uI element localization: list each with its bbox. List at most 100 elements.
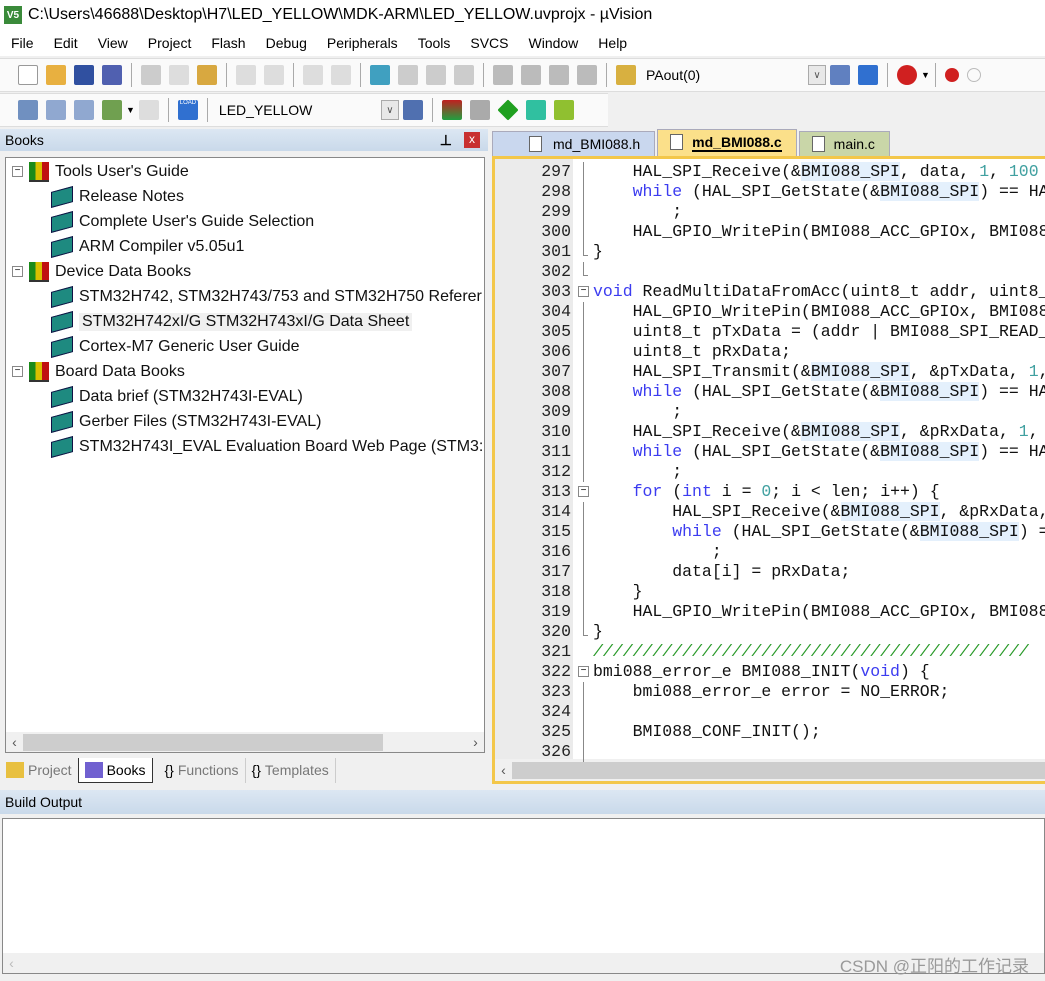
disable-breakpoint-icon[interactable] (966, 68, 981, 82)
menu-svcs[interactable]: SVCS (459, 35, 517, 51)
tab-books[interactable]: Books (77, 757, 153, 783)
menu-window[interactable]: Window (518, 35, 588, 51)
menu-debug[interactable]: Debug (255, 35, 316, 51)
scroll-left-icon[interactable]: ‹ (6, 734, 23, 750)
menu-tools[interactable]: Tools (407, 35, 460, 51)
scrollbar-thumb[interactable] (23, 733, 383, 751)
tree-item-book[interactable]: Complete User's Guide Selection (51, 209, 314, 234)
find-value: PAout(0) (646, 67, 701, 83)
stop-build-icon[interactable] (138, 100, 159, 120)
menu-edit[interactable]: Edit (43, 35, 87, 51)
fold-toggle-icon[interactable]: − (578, 666, 589, 677)
save-all-icon[interactable] (102, 65, 122, 85)
tree-item-folder[interactable]: − Board Data Books (12, 359, 185, 384)
unindent-icon[interactable] (521, 65, 541, 85)
load-icon[interactable]: LOAD (177, 100, 198, 120)
manage-run-time-environment-icon[interactable] (497, 99, 519, 121)
copy-icon[interactable] (169, 65, 189, 85)
line-number: 317 (541, 562, 571, 581)
target-select[interactable]: LED_YELLOW ∨ (219, 99, 399, 121)
collapse-icon[interactable]: − (12, 366, 23, 377)
line-number: 313 (541, 482, 571, 501)
pack-installer-icon[interactable] (525, 100, 546, 120)
navigate-forward-icon[interactable] (331, 65, 351, 85)
incremental-find-icon[interactable] (858, 65, 878, 85)
options-for-target-icon[interactable] (402, 100, 423, 120)
undo-icon[interactable] (236, 65, 256, 85)
chevron-down-icon[interactable]: ∨ (808, 65, 826, 85)
cut-icon[interactable] (141, 65, 161, 85)
tree-item-book[interactable]: ARM Compiler v5.05u1 (51, 234, 244, 259)
functions-icon: {} (164, 762, 174, 778)
find-in-files-icon[interactable] (616, 65, 636, 85)
rebuild-icon[interactable] (74, 100, 94, 120)
manage-project-items-icon[interactable] (441, 100, 462, 120)
collapse-icon[interactable]: − (12, 266, 23, 277)
clear-bookmarks-icon[interactable] (454, 65, 474, 85)
tree-item-book[interactable]: STM32H742xI/G STM32H743xI/G Data Sheet (51, 309, 413, 334)
line-number: 320 (541, 622, 571, 641)
tree-item-book[interactable]: STM32H743I_EVAL Evaluation Board Web Pag… (51, 434, 483, 459)
menu-help[interactable]: Help (587, 35, 636, 51)
editor-tab-md_bmi088-c[interactable]: md_BMI088.c (657, 129, 797, 156)
tree-item-book[interactable]: Cortex-M7 Generic User Guide (51, 334, 300, 359)
code-token: HAL_SPI_Receive(& (593, 502, 841, 521)
dropdown-arrow-icon[interactable]: ▼ (921, 70, 930, 80)
menu-file[interactable]: File (0, 35, 43, 51)
build-output-pane[interactable]: ‹ (2, 818, 1045, 974)
code-editor[interactable]: ‹ 297 HAL_SPI_Receive(&BMI088_SPI, data,… (492, 156, 1045, 784)
new-file-icon[interactable] (18, 65, 38, 85)
debug-session-icon[interactable] (897, 65, 917, 85)
pin-icon[interactable]: ⊥ (440, 132, 452, 149)
tree-item-folder[interactable]: − Tools User's Guide (12, 159, 189, 184)
tab-functions[interactable]: {} Functions (159, 757, 246, 783)
book-icon (51, 435, 73, 458)
tree-item-book[interactable]: Gerber Files (STM32H743I-EVAL) (51, 409, 321, 434)
software-packs-icon[interactable] (553, 100, 574, 120)
tree-item-book[interactable]: STM32H742, STM32H743/753 and STM32H750 R… (51, 284, 482, 309)
batch-build-icon[interactable] (102, 100, 122, 120)
select-packs-icon[interactable] (469, 100, 490, 120)
tab-project[interactable]: Project (0, 758, 78, 783)
line-number: 321 (541, 642, 571, 661)
dropdown-arrow-icon[interactable]: ▼ (126, 105, 135, 115)
find-combo[interactable]: PAout(0) ∨ (646, 64, 826, 86)
scroll-left-icon[interactable]: ‹ (3, 955, 20, 971)
fold-toggle-icon[interactable]: − (578, 286, 589, 297)
build-icon[interactable] (46, 100, 66, 120)
scrollbar-thumb[interactable] (512, 761, 1045, 779)
paste-icon[interactable] (197, 65, 217, 85)
menu-view[interactable]: View (87, 35, 137, 51)
menu-flash[interactable]: Flash (200, 35, 254, 51)
tree-item-book[interactable]: Data brief (STM32H743I-EVAL) (51, 384, 303, 409)
fold-toggle-icon[interactable]: − (578, 486, 589, 497)
uncomment-icon[interactable] (577, 65, 597, 85)
indent-icon[interactable] (493, 65, 513, 85)
bookmark-icon[interactable] (370, 65, 390, 85)
menu-project[interactable]: Project (137, 35, 201, 51)
editor-tab-main-c[interactable]: main.c (798, 131, 890, 156)
scroll-left-icon[interactable]: ‹ (495, 762, 512, 778)
comment-icon[interactable] (549, 65, 569, 85)
find-icon[interactable] (830, 65, 850, 85)
tab-templates[interactable]: {} Templates (246, 757, 336, 783)
tree-item-book[interactable]: Release Notes (51, 184, 184, 209)
editor-tab-md_bmi088-h[interactable]: md_BMI088.h (492, 131, 656, 156)
redo-icon[interactable] (264, 65, 284, 85)
tree-horizontal-scrollbar[interactable]: ‹ › (6, 732, 484, 752)
open-file-icon[interactable] (46, 65, 66, 85)
translate-icon[interactable] (18, 100, 38, 120)
tree-item-folder[interactable]: − Device Data Books (12, 259, 191, 284)
prev-bookmark-icon[interactable] (398, 65, 418, 85)
close-icon[interactable]: x (464, 132, 480, 148)
breakpoint-icon[interactable] (944, 68, 959, 82)
next-bookmark-icon[interactable] (426, 65, 446, 85)
collapse-icon[interactable]: − (12, 166, 23, 177)
line-number: 297 (541, 162, 571, 181)
menu-peripherals[interactable]: Peripherals (316, 35, 407, 51)
editor-horizontal-scrollbar[interactable]: ‹ (495, 759, 1045, 781)
save-icon[interactable] (74, 65, 94, 85)
scroll-right-icon[interactable]: › (467, 734, 484, 750)
chevron-down-icon[interactable]: ∨ (380, 100, 399, 120)
navigate-back-icon[interactable] (303, 65, 323, 85)
